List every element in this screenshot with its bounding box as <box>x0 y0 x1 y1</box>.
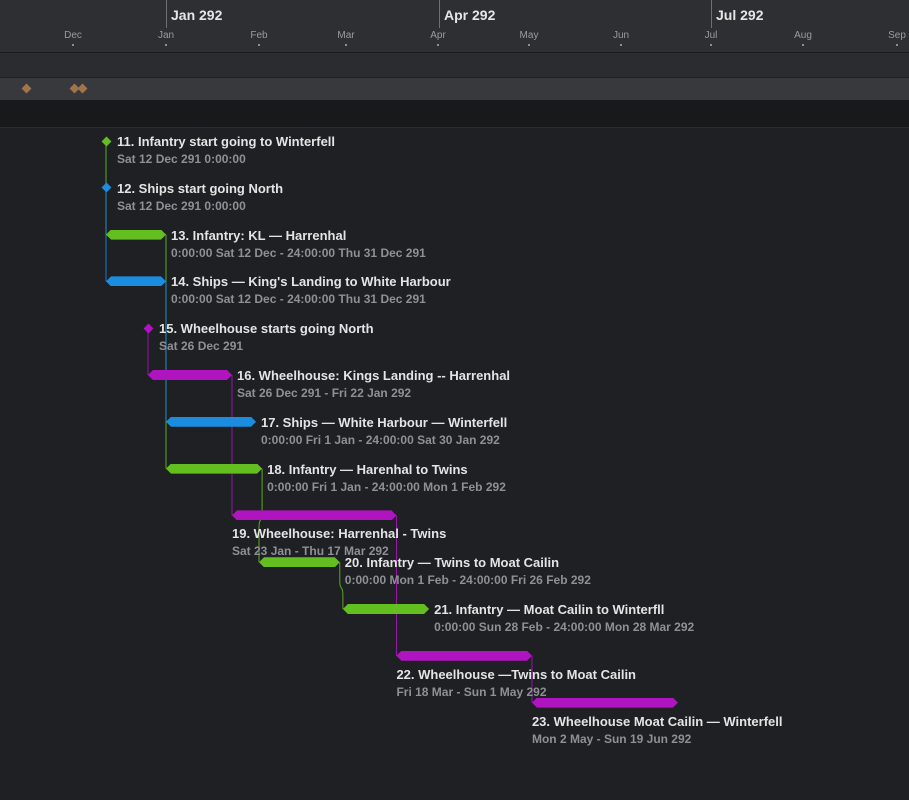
month-label: Feb <box>250 30 268 41</box>
task-dates-20: 0:00:00 Mon 1 Feb - 24:00:00 Fri 26 Feb … <box>344 573 591 588</box>
task-title-15[interactable]: 15. Wheelhouse starts going North <box>159 321 374 336</box>
month-label: Jun <box>612 30 630 41</box>
task-dates-12: Sat 12 Dec 291 0:00:00 <box>117 198 246 213</box>
task-title-20[interactable]: 20. Infantry — Twins to Moat Cailin <box>345 555 559 570</box>
month-tick <box>802 44 804 46</box>
month-tick <box>345 44 347 46</box>
milestone-infantry-11[interactable] <box>101 136 111 146</box>
task-dates-21: 0:00:00 Sun 28 Feb - 24:00:00 Mon 28 Mar… <box>434 620 695 634</box>
month-tick <box>620 44 622 46</box>
month-label: May <box>519 30 539 41</box>
gantt-chart: Jan 292 Apr 292 Jul 292 Dec Jan Feb Mar Apr May… <box>0 0 909 800</box>
task-dates-15: Sat 26 Dec 291 <box>159 339 244 354</box>
dependency-link <box>339 562 344 609</box>
task-dates-22: Fri 18 Mar - Sun 1 May 292 <box>396 684 547 699</box>
quarter-divider <box>711 0 712 28</box>
task-dates-11: Sat 12 Dec 291 0:00:00 <box>117 152 246 166</box>
task-title-11[interactable]: 11. Infantry start going to Winterfell <box>117 134 335 149</box>
task-dates-17: 0:00:00 Fri 1 Jan - 24:00:00 Sat 30 Jan … <box>261 432 500 447</box>
milestone-wheelhouse-15[interactable] <box>143 323 153 334</box>
task-bar-wheelhouse-23[interactable] <box>532 698 678 708</box>
task-bar-infantry-21[interactable] <box>343 604 429 614</box>
task-title-16[interactable]: 16. Wheelhouse: Kings Landing -- Harrenh… <box>237 368 510 383</box>
task-bar-infantry-20[interactable] <box>259 557 340 567</box>
month-label: Mar <box>337 30 355 41</box>
overview-milestone-marker[interactable] <box>21 83 32 94</box>
task-title-23[interactable]: 23. Wheelhouse Moat Cailin — Winterfell <box>532 714 783 729</box>
month-tick <box>258 44 260 46</box>
task-bar-infantry-13[interactable] <box>106 230 166 240</box>
quarter-label: Apr 292 <box>444 7 496 23</box>
task-bar-ships-14[interactable] <box>106 276 166 286</box>
task-dates-14: 0:00:00 Sat 12 Dec - 24:00:00 Thu 31 Dec… <box>171 292 426 307</box>
month-tick <box>710 44 712 46</box>
overview-milestone-marker[interactable] <box>77 83 88 94</box>
task-title-19[interactable]: 19. Wheelhouse: Harrenhal - Twins <box>232 526 446 541</box>
month-tick <box>528 44 530 46</box>
milestone-ships-12[interactable] <box>101 182 111 193</box>
overview-row <box>0 78 909 100</box>
month-tick <box>72 44 74 46</box>
task-bar-wheelhouse-22[interactable] <box>396 651 532 661</box>
task-title-17[interactable]: 17. Ships — White Harbour — Winterfell <box>261 415 507 430</box>
task-title-13[interactable]: 13. Infantry: KL — Harrenhal <box>171 228 346 243</box>
task-title-14[interactable]: 14. Ships — King's Landing to White Harb… <box>171 274 451 289</box>
task-dates-23: Mon 2 May - Sun 19 Jun 292 <box>531 731 692 746</box>
task-bar-ships-17[interactable] <box>166 417 256 427</box>
month-tick <box>437 44 439 46</box>
task-title-22[interactable]: 22. Wheelhouse —Twins to Moat Cailin <box>396 667 636 682</box>
task-dates-13: 0:00:00 Sat 12 Dec - 24:00:00 Thu 31 Dec… <box>171 245 426 260</box>
task-bar-infantry-18[interactable] <box>166 464 262 474</box>
month-label: Dec <box>64 30 82 41</box>
task-dates-16: Sat 26 Dec 291 - Fri 22 Jan 292 <box>237 386 412 400</box>
month-label: Aug <box>794 30 812 41</box>
timeline-quarter-row: Jan 292 Apr 292 Jul 292 <box>0 0 909 28</box>
quarter-label: Jul 292 <box>716 7 764 23</box>
timeline-month-row: Dec Jan Feb Mar Apr May Jun Jul Aug Sep <box>0 28 909 53</box>
month-label: Sep <box>888 30 906 41</box>
chart-header-band <box>0 100 909 128</box>
quarter-label: Jan 292 <box>171 7 223 23</box>
task-title-21[interactable]: 21. Infantry — Moat Cailin to Winterfll <box>434 602 664 617</box>
task-bar-wheelhouse-16[interactable] <box>148 370 232 380</box>
quarter-divider <box>439 0 440 28</box>
task-title-18[interactable]: 18. Infantry — Harenhal to Twins <box>267 462 468 477</box>
quarter-divider <box>166 0 167 28</box>
task-bar-wheelhouse-19[interactable] <box>232 510 396 520</box>
task-dates-18: 0:00:00 Fri 1 Jan - 24:00:00 Mon 1 Feb 2… <box>267 479 506 494</box>
timeline-spacer-row <box>0 53 909 77</box>
month-label: Jul <box>704 30 718 41</box>
month-label: Apr <box>430 30 446 41</box>
month-tick <box>896 44 898 46</box>
month-label: Jan <box>157 30 175 41</box>
month-tick <box>165 44 167 46</box>
task-title-12[interactable]: 12. Ships start going North <box>117 181 283 196</box>
